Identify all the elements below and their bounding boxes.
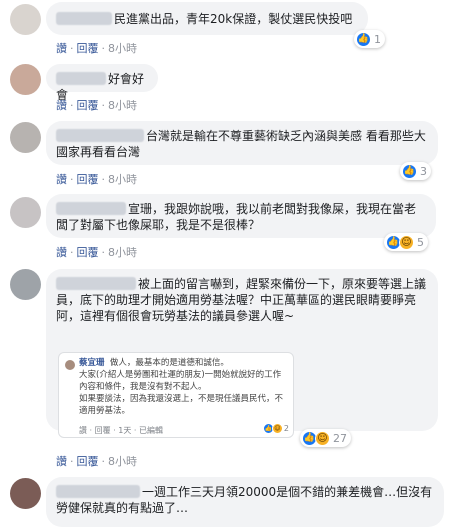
comment-actions: 讚 · 回覆 · 8小時 — [56, 246, 137, 259]
reaction-count: 27 — [333, 431, 347, 445]
reply-link[interactable]: 回覆 — [77, 455, 99, 468]
reaction-count: 3 — [420, 164, 427, 178]
reaction-summary[interactable]: 👍 3 — [400, 162, 431, 180]
reaction-summary[interactable]: 👍 ☺ 5 — [384, 233, 428, 251]
reply-link[interactable]: 回覆 — [77, 246, 99, 259]
reaction-summary[interactable]: 👍 1 — [354, 30, 385, 48]
avatar[interactable] — [10, 122, 41, 153]
comment-bubble: 宣珊，我跟妳說哦，我以前老闆對我像屎，我現在當老闆了對屬下也像屎耶，我是不是很棒… — [46, 194, 436, 238]
comment-actions: 讚 · 回覆 · 8小時 — [56, 173, 137, 186]
reply-link[interactable]: 回覆 — [77, 99, 99, 112]
reaction-count: 1 — [374, 32, 381, 46]
quoted-avatar — [65, 360, 75, 370]
comment-actions: 讚 · 回覆 · 8小時 — [56, 99, 137, 112]
commenter-name[interactable] — [56, 202, 126, 215]
timestamp[interactable]: 8小時 — [108, 246, 137, 259]
comments-page: { "labels": {"like": "讚", "reply": "回覆",… — [0, 0, 453, 532]
timestamp[interactable]: 8小時 — [108, 455, 137, 468]
avatar[interactable] — [10, 4, 41, 35]
commenter-name[interactable] — [56, 12, 112, 25]
avatar[interactable] — [10, 64, 41, 95]
commenter-name[interactable] — [56, 129, 144, 142]
reaction-summary[interactable]: 👍 ☺ 27 — [300, 429, 351, 447]
avatar[interactable] — [10, 478, 41, 509]
quoted-text: 蔡宜珊 做人，最基本的是道德和誠信。 大家(介紹人是勞團和社運的朋友)一開始就說… — [79, 358, 284, 416]
comment-bubble: 好會好會 — [46, 64, 158, 102]
commenter-name[interactable] — [56, 277, 136, 290]
like-link[interactable]: 讚 — [56, 246, 67, 259]
reply-link[interactable]: 回覆 — [77, 42, 99, 55]
comment-bubble: 民進黨出品，青年20k保證，製仗選民快投吧 — [46, 2, 368, 35]
timestamp[interactable]: 8小時 — [108, 173, 137, 186]
like-icon: 👍 — [356, 31, 371, 47]
like-icon: 👍 — [402, 163, 417, 179]
reaction-count: 5 — [417, 235, 424, 249]
timestamp[interactable]: 8小時 — [108, 42, 137, 55]
like-link[interactable]: 讚 — [56, 173, 67, 186]
comment-text: 民進黨出品，青年20k保證，製仗選民快投吧 — [114, 12, 353, 26]
haha-icon: ☺ — [271, 423, 283, 434]
timestamp[interactable]: 8小時 — [108, 99, 137, 112]
reply-link[interactable]: 回覆 — [77, 173, 99, 186]
haha-icon: ☺ — [399, 234, 414, 250]
commenter-name[interactable] — [56, 72, 106, 85]
like-link[interactable]: 讚 — [56, 99, 67, 112]
avatar[interactable] — [10, 269, 41, 300]
quoted-meta: 讚 · 回覆 · 1天 · 已編輯 — [79, 426, 163, 435]
quoted-comment-image[interactable]: 蔡宜珊 做人，最基本的是道德和誠信。 大家(介紹人是勞團和社運的朋友)一開始就說… — [58, 352, 294, 438]
quoted-name: 蔡宜珊 — [79, 358, 105, 368]
quoted-reactions: 👍 ☺ 2 — [262, 423, 289, 434]
comment-actions: 讚 · 回覆 · 8小時 — [56, 42, 137, 55]
commenter-name[interactable] — [56, 485, 140, 498]
avatar[interactable] — [10, 197, 41, 228]
like-link[interactable]: 讚 — [56, 455, 67, 468]
comment-bubble: 台灣就是輸在不尊重藝術缺乏內涵與美感 看看那些大國家再看看台灣 — [46, 121, 438, 165]
comment-actions: 讚 · 回覆 · 8小時 — [56, 455, 137, 468]
haha-icon: ☺ — [315, 430, 330, 446]
comment-bubble: 一週工作三天月領20000是個不錯的兼差機會…但沒有勞健保就真的有點過了… — [46, 477, 444, 527]
like-link[interactable]: 讚 — [56, 42, 67, 55]
